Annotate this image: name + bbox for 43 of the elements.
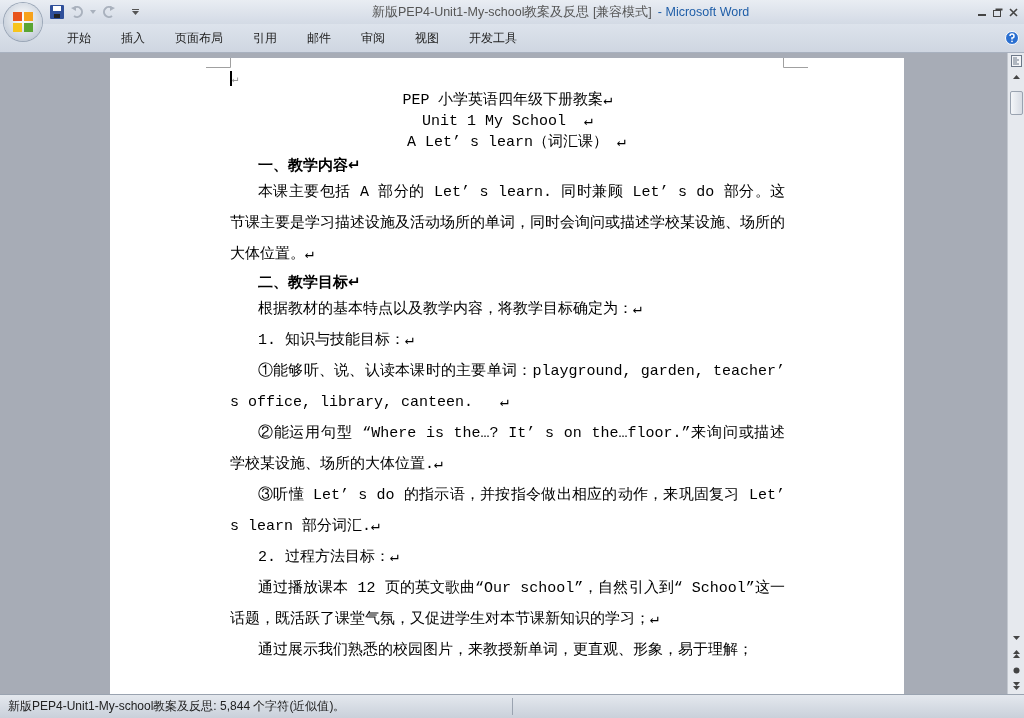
- browse-object-icon[interactable]: [1012, 666, 1020, 674]
- document-title: Unit 1 My School ↵: [421, 113, 594, 130]
- section-heading: 一、教学内容↵: [258, 156, 361, 174]
- section-heading: 二、教学目标↵: [258, 273, 361, 291]
- document-title: A Let’ s learn（词汇课） ↵: [405, 134, 627, 151]
- customize-caret-icon[interactable]: [132, 9, 139, 15]
- office-button[interactable]: [4, 3, 42, 41]
- body-text: ①能够听、说、认读本课时的主要单词：playground, garden, teacher’ s office, library, canteen. ↵: [230, 363, 786, 411]
- save-icon[interactable]: [50, 5, 64, 19]
- document-title: PEP 小学英语四年级下册教案↵: [402, 92, 613, 109]
- ribbon-tab[interactable]: 引用: [238, 29, 292, 47]
- ribbon-tab[interactable]: 视图: [400, 29, 454, 47]
- crop-mark-icon: [206, 58, 231, 68]
- status-text: 新版PEP4-Unit1-My-school教案及反思: 5,844 个字符(近似值)。: [0, 698, 513, 715]
- window-title: 新版PEP4-Unit1-My-school教案及反思 [兼容模式]: [372, 3, 652, 21]
- ribbon-tab[interactable]: 插入: [106, 29, 160, 47]
- scroll-down-icon[interactable]: [1012, 636, 1020, 640]
- ribbon-tab[interactable]: 邮件: [292, 29, 346, 47]
- help-icon[interactable]: [1005, 31, 1019, 45]
- previous-page-icon[interactable]: [1012, 650, 1020, 658]
- text-cursor-icon: [230, 70, 232, 86]
- body-text: 2. 过程方法目标：↵: [258, 549, 400, 566]
- close-icon[interactable]: [1009, 7, 1018, 17]
- body-text: ③听懂 Let’ s do 的指示语，并按指令做出相应的动作，来巩固复习 Let’ s learn 部分词汇.↵: [230, 487, 786, 535]
- body-text: 本课主要包括 A 部分的 Let’ s learn. 同时兼顾 Let’ s do 部分。这节课主要是学习描述设施及活动场所的单词，同时会询问或描述学校某设施、场所的大体位置。↵: [230, 184, 785, 263]
- ruler-icon[interactable]: [1010, 55, 1022, 67]
- paragraph-mark: ↵: [232, 73, 239, 85]
- office-logo-icon: [12, 11, 34, 33]
- next-page-icon[interactable]: [1012, 682, 1020, 690]
- ribbon-tab[interactable]: 开发工具: [454, 29, 532, 47]
- ribbon-tab[interactable]: 页面布局: [160, 29, 238, 47]
- restore-icon[interactable]: [993, 7, 1003, 17]
- ribbon-tab[interactable]: 审阅: [346, 29, 400, 47]
- body-text: ②能运用句型 “Where is the…? It’ s on the…floor.”来询问或描述学校某设施、场所的大体位置.↵: [230, 425, 785, 473]
- scroll-thumb[interactable]: [1009, 91, 1023, 115]
- body-text: 1. 知识与技能目标：↵: [258, 332, 415, 349]
- app-name: - Microsoft Word: [657, 5, 750, 19]
- body-text: 通过播放课本 12 页的英文歌曲“Our school”，自然引入到“ School”这一话题，既活跃了课堂气氛，又促进学生对本节课新知识的学习；↵: [230, 580, 785, 628]
- body-text: 根据教材的基本特点以及教学内容，将教学目标确定为：↵: [258, 301, 643, 318]
- ribbon-tab[interactable]: 开始: [52, 29, 106, 47]
- crop-mark-icon: [783, 58, 808, 68]
- scroll-up-icon[interactable]: [1012, 75, 1020, 79]
- body-text: 通过展示我们熟悉的校园图片，来教授新单词，更直观、形象，易于理解；: [258, 642, 753, 659]
